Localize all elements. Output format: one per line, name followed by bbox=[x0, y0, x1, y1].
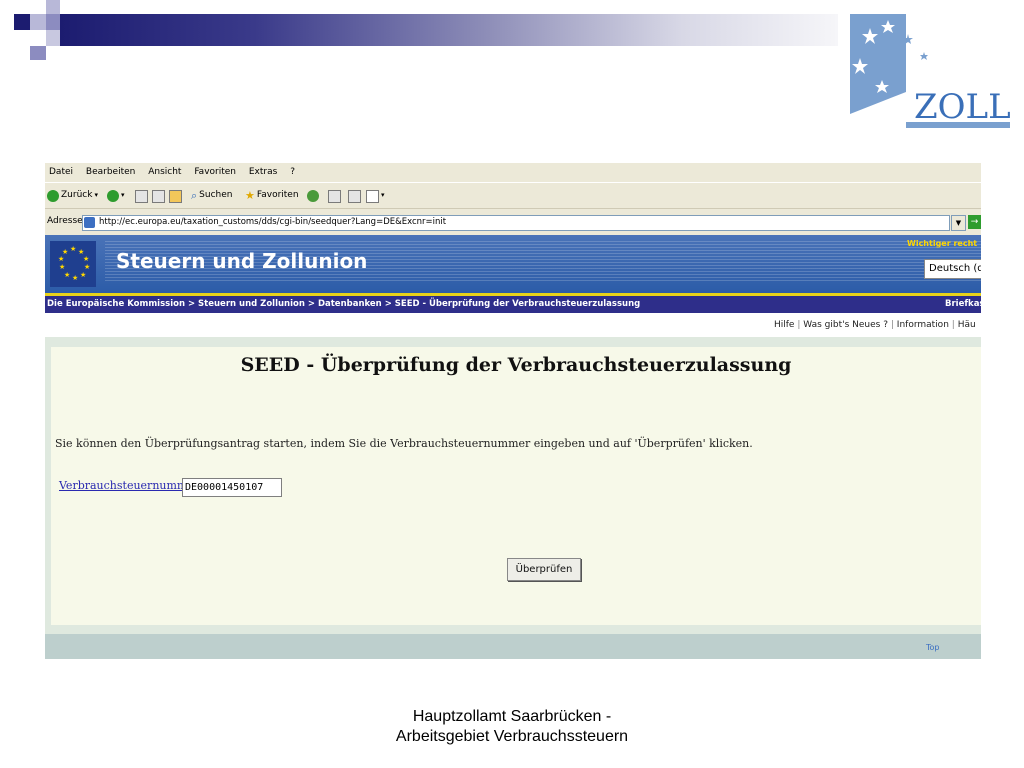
browser-screenshot: Datei Bearbeiten Ansicht Favoriten Extra… bbox=[45, 163, 981, 659]
seed-form-panel: SEED - Überprüfung der Verbrauchsteuerzu… bbox=[51, 347, 981, 625]
faq-link[interactable]: Häu bbox=[958, 320, 976, 330]
zoll-logo-text: ZOLL bbox=[914, 87, 1011, 127]
menu-favoriten[interactable]: Favoriten bbox=[194, 163, 236, 182]
decor-square bbox=[30, 14, 46, 30]
caption-line-1: Hauptzollamt Saarbrücken - bbox=[412, 708, 612, 725]
mailbox-link[interactable]: Briefkas bbox=[945, 296, 981, 313]
breadcrumb-text[interactable]: Die Europäische Kommission > Steuern und… bbox=[47, 296, 640, 313]
instructions-text: Sie können den Überprüfungsantrag starte… bbox=[55, 437, 753, 450]
excise-number-input[interactable]: DE00001450107 bbox=[182, 478, 282, 497]
history-icon[interactable] bbox=[307, 190, 319, 202]
search-icon: ⌕ bbox=[191, 189, 198, 202]
back-label: Zurück bbox=[61, 190, 93, 200]
decor-square bbox=[46, 14, 60, 30]
zoll-logo: ZOLL bbox=[848, 14, 1018, 132]
search-label: Suchen bbox=[199, 190, 233, 200]
address-url: http://ec.europa.eu/taxation_customs/dds… bbox=[99, 217, 447, 227]
decor-square bbox=[46, 30, 60, 46]
favorites-label: Favoriten bbox=[256, 190, 299, 200]
address-bar: Adresse http://ec.europa.eu/taxation_cus… bbox=[45, 208, 981, 236]
word-icon[interactable] bbox=[366, 190, 379, 203]
page-title: SEED - Überprüfung der Verbrauchsteuerzu… bbox=[240, 354, 792, 376]
svg-text:★: ★ bbox=[84, 263, 90, 271]
decor-square bbox=[14, 14, 30, 30]
svg-text:★: ★ bbox=[83, 255, 89, 263]
top-link[interactable]: Top bbox=[926, 643, 940, 652]
stop-icon[interactable] bbox=[135, 190, 148, 203]
chevron-down-icon: ▾ bbox=[381, 191, 385, 199]
help-links-row: Hilfe | Was gibt's Neues ? | Information… bbox=[45, 313, 981, 337]
excise-number-label-link[interactable]: Verbrauchsteuernummer bbox=[59, 479, 199, 492]
separator: | bbox=[951, 320, 955, 330]
favorites-button[interactable]: ★ Favoriten bbox=[245, 189, 299, 202]
decor-square bbox=[46, 0, 60, 14]
address-dropdown-button[interactable]: ▼ bbox=[951, 215, 966, 231]
address-input[interactable]: http://ec.europa.eu/taxation_customs/dds… bbox=[82, 215, 950, 231]
page-footer: Top bbox=[45, 634, 981, 659]
svg-text:★: ★ bbox=[70, 245, 76, 253]
back-arrow-icon bbox=[47, 189, 59, 202]
main-content: SEED - Überprüfung der Verbrauchsteuerzu… bbox=[45, 337, 981, 634]
chevron-down-icon: ▾ bbox=[121, 191, 125, 199]
whats-new-link[interactable]: Was gibt's Neues ? bbox=[803, 320, 888, 330]
caption-line-2: Arbeitsgebiet Verbrauchssteuern bbox=[395, 728, 629, 745]
svg-text:★: ★ bbox=[80, 271, 86, 279]
site-banner: ★ ★ ★ ★ ★ ★ ★ ★ ★ ★ Steuern und Zollunion Wich… bbox=[45, 235, 981, 293]
check-button[interactable]: Überprüfen bbox=[507, 558, 581, 581]
menu-ansicht[interactable]: Ansicht bbox=[148, 163, 181, 182]
menu-bearbeiten[interactable]: Bearbeiten bbox=[86, 163, 135, 182]
go-button[interactable]: → bbox=[968, 215, 981, 229]
breadcrumb: Die Europäische Kommission > Steuern und… bbox=[45, 296, 981, 313]
menu-datei[interactable]: Datei bbox=[49, 163, 73, 182]
svg-text:★: ★ bbox=[62, 248, 68, 256]
site-title: Steuern und Zollunion bbox=[116, 249, 368, 273]
important-notice-link[interactable]: Wichtiger recht bbox=[907, 239, 977, 248]
svg-text:★: ★ bbox=[58, 255, 64, 263]
print-icon[interactable] bbox=[348, 190, 361, 203]
chevron-down-icon: ▾ bbox=[94, 191, 98, 199]
forward-button[interactable]: ▾ bbox=[107, 189, 125, 202]
language-select[interactable]: Deutsch (de bbox=[924, 259, 981, 279]
refresh-icon[interactable] bbox=[152, 190, 165, 203]
information-link[interactable]: Information bbox=[897, 320, 949, 330]
address-label: Adresse bbox=[47, 216, 83, 226]
menu-help[interactable]: ? bbox=[290, 163, 295, 182]
browser-toolbar: Zurück ▾ ▾ ⌕ Suchen ★ Favoriten ▾ bbox=[45, 182, 981, 209]
svg-text:★: ★ bbox=[59, 263, 65, 271]
search-button[interactable]: ⌕ Suchen bbox=[191, 189, 232, 202]
slide-header-bar bbox=[60, 14, 838, 46]
menu-extras[interactable]: Extras bbox=[249, 163, 277, 182]
slide-caption: Hauptzollamt Saarbrücken - Arbeitsgebiet… bbox=[312, 707, 712, 747]
eu-flag-icon[interactable]: ★ ★ ★ ★ ★ ★ ★ ★ ★ ★ bbox=[50, 241, 96, 287]
svg-text:★: ★ bbox=[64, 271, 70, 279]
page-icon bbox=[84, 217, 95, 228]
decor-square bbox=[30, 46, 46, 60]
separator: | bbox=[797, 320, 801, 330]
star-icon: ★ bbox=[245, 189, 255, 202]
mail-icon[interactable] bbox=[328, 190, 341, 203]
help-link[interactable]: Hilfe bbox=[774, 320, 794, 330]
home-icon[interactable] bbox=[169, 190, 182, 203]
svg-text:★: ★ bbox=[72, 274, 78, 282]
separator: | bbox=[890, 320, 894, 330]
browser-menubar: Datei Bearbeiten Ansicht Favoriten Extra… bbox=[45, 163, 981, 182]
forward-arrow-icon bbox=[107, 189, 119, 202]
back-button[interactable]: Zurück ▾ bbox=[47, 189, 98, 202]
